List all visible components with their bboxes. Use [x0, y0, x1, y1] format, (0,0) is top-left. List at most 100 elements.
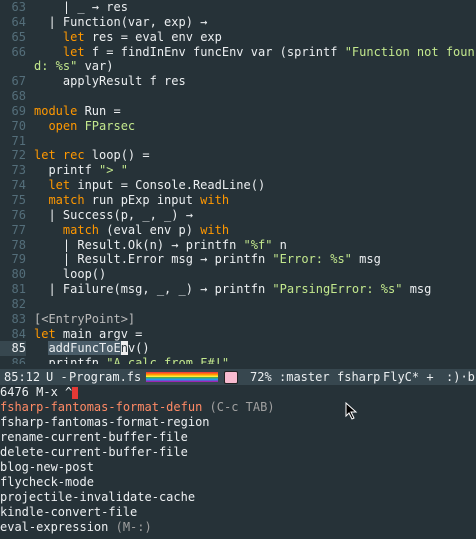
cursor-position: 85:12 [4, 370, 41, 384]
candidate-name: delete-current-buffer-file [0, 445, 188, 459]
code-text: applyResult f res [34, 74, 186, 89]
code-line[interactable]: d: %s" var) [0, 59, 476, 74]
line-number: 80 [11, 267, 26, 282]
candidate-name: kindle-convert-file [0, 505, 138, 519]
code-text: | Result.Error msg → printfn "Error: %s"… [34, 252, 381, 267]
code-token: let [48, 178, 71, 193]
code-line[interactable]: 64 | Function(var, exp) → [0, 15, 476, 30]
command-candidate[interactable]: eval-expression (M-:) [0, 520, 476, 535]
selected-text: addFuncToE [48, 341, 121, 356]
line-number: 64 [11, 14, 26, 29]
code-line[interactable]: 83 [<EntryPoint>] [0, 312, 476, 327]
command-candidate[interactable]: rename-current-buffer-file [0, 430, 476, 445]
line-number: 82 [11, 296, 26, 311]
command-candidate[interactable]: kindle-convert-file [0, 505, 476, 520]
code-text: let f = findInEnv funcEnv var (sprintf "… [34, 45, 476, 60]
code-line[interactable]: 75 match run pExp input with [0, 193, 476, 208]
nyan-progress-bar [146, 372, 218, 382]
command-candidate[interactable]: blog-new-post [0, 460, 476, 475]
code-line[interactable]: 82 [0, 297, 476, 312]
candidate-list: fsharp-fantomas-format-defun (C-c TAB) fs… [0, 400, 476, 535]
code-text: | _ → res [34, 0, 128, 15]
code-line[interactable]: 84 let main argv = [0, 327, 476, 342]
code-token: input = Console.ReadLine() [70, 178, 266, 193]
code-text: let rec loop() = [34, 148, 150, 163]
mx-prompt-text: 6476 M-x ^ [0, 385, 73, 399]
code-line[interactable]: 77 match (eval env p) with [0, 223, 476, 238]
line-number: 84 [11, 326, 26, 341]
code-line[interactable]: 70 open FParsec [0, 119, 476, 134]
line-number: 71 [11, 133, 26, 148]
line-number: 65 [11, 29, 26, 44]
nyan-cat-icon [224, 371, 238, 384]
code-token: | Result.Error msg → printfn [34, 252, 273, 267]
code-line[interactable]: 78 | Result.Ok(n) → printfn "%f" n [0, 238, 476, 253]
code-token: "Error: %s" [272, 252, 352, 267]
code-token: applyResult f res [34, 74, 186, 89]
code-line[interactable]: 85 addFuncToEnv() [0, 341, 476, 357]
mx-prompt[interactable]: 6476 M-x ^ [0, 385, 476, 400]
flycheck-status[interactable]: FlyC* + [383, 369, 434, 385]
command-candidate[interactable]: flycheck-mode [0, 475, 476, 490]
code-token: | Function(var, exp) → [34, 14, 208, 29]
code-line[interactable]: 73 printf "> " [0, 163, 476, 178]
code-text: open FParsec [34, 119, 135, 134]
code-token: res = eval env exp [84, 29, 222, 44]
code-token: FParsec [77, 118, 136, 133]
code-token: "A calc from F#!" [106, 356, 230, 364]
line-number: 70 [11, 118, 26, 133]
buffer-percent: 72% [250, 370, 272, 384]
minibuffer[interactable]: 6476 M-x ^ fsharp-fantomas-format-defun … [0, 385, 476, 539]
command-candidate[interactable]: delete-current-buffer-file [0, 445, 476, 460]
code-line[interactable]: 69 module Run = [0, 104, 476, 119]
code-line[interactable]: 80 loop() [0, 267, 476, 282]
candidate-keybinding: (M-:) [108, 520, 152, 534]
code-line[interactable]: 74 let input = Console.ReadLine() [0, 178, 476, 193]
command-candidate[interactable]: fsharp-fantomas-format-defun (C-c TAB) [0, 400, 476, 415]
major-mode[interactable]: fsharp [337, 369, 380, 385]
code-token: var) [77, 59, 114, 74]
code-line[interactable]: 68 [0, 89, 476, 104]
code-token: "%f" [243, 237, 273, 252]
code-line[interactable]: 72 let rec loop() = [0, 148, 476, 163]
candidate-keybinding: (C-c TAB) [202, 400, 275, 414]
line-number: 83 [11, 311, 26, 326]
buffer-name[interactable]: Program.fs [69, 369, 141, 385]
code-token: open [48, 118, 78, 133]
code-token: module [34, 103, 78, 118]
code-editor[interactable]: 63 | _ → res 64 | Function(var, exp) → 65 … [0, 0, 476, 364]
code-line[interactable]: 63 | _ → res [0, 0, 476, 15]
code-token: let [62, 44, 85, 59]
code-token: let rec [34, 148, 85, 163]
code-line[interactable]: 71 [0, 134, 476, 149]
line-number: 73 [11, 163, 26, 178]
code-line[interactable]: 79 | Result.Error msg → printfn "Error: … [0, 252, 476, 267]
code-line[interactable]: 76 | Success(p, _, _) → [0, 208, 476, 223]
code-token: match [48, 192, 85, 207]
mode-line: 85:12 U - Program.fs 72% :master fsharp … [0, 369, 476, 385]
code-token: msg [402, 282, 432, 297]
code-token: "ParsingError: %s" [272, 282, 403, 297]
code-line[interactable]: 81 | Failure(msg, _, _) → printfn "Parsi… [0, 282, 476, 297]
code-token: with [200, 222, 230, 237]
code-line[interactable]: 65 let res = eval env exp [0, 30, 476, 45]
code-token: "> " [99, 163, 128, 178]
code-line[interactable]: 67 applyResult f res [0, 74, 476, 89]
command-candidate[interactable]: fsharp-fantomas-format-region [0, 415, 476, 430]
git-branch[interactable]: :master [279, 369, 330, 385]
code-token: n [272, 237, 287, 252]
command-candidate[interactable]: projectile-invalidate-cache [0, 490, 476, 505]
code-text: [<EntryPoint>] [34, 312, 135, 327]
candidate-name: eval-expression [0, 520, 109, 534]
candidate-name: fsharp-fantomas-format-defun [0, 400, 203, 414]
code-line[interactable]: 66 let f = findInEnv funcEnv var (sprint… [0, 45, 476, 60]
code-text: match (eval env p) with [34, 223, 229, 238]
candidate-name: flycheck-mode [0, 475, 94, 489]
code-text: | Success(p, _, _) → [34, 208, 193, 223]
code-line[interactable]: 86 printfn "A calc from F#!" [0, 356, 476, 364]
